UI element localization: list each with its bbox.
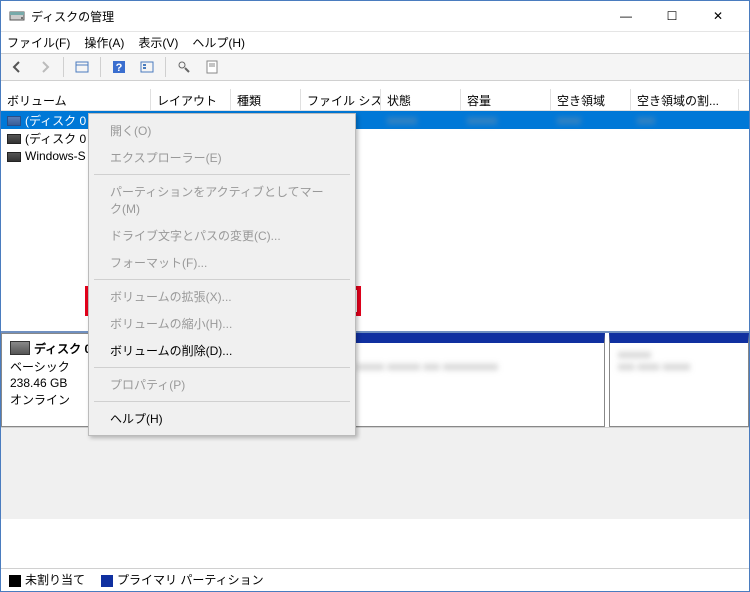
refresh-button[interactable] [135,55,159,79]
volume-name: Windows-S [25,149,86,163]
col-capacity[interactable]: 容量 [461,89,551,110]
menu-extend[interactable]: ボリュームの拡張(X)... [92,283,352,310]
minimize-button[interactable]: — [603,1,649,31]
menu-separator [94,401,350,402]
app-icon [9,7,25,26]
menu-properties[interactable]: プロパティ(P) [92,371,352,398]
col-volume[interactable]: ボリューム [1,89,151,110]
menu-shrink[interactable]: ボリュームの縮小(H)... [92,310,352,337]
toolbar-separator [100,57,101,77]
menu-change-letter[interactable]: ドライブ文字とパスの変更(C)... [92,222,352,249]
titlebar: ディスクの管理 — ☐ ✕ [1,1,749,31]
menu-open[interactable]: 開く(O) [92,117,352,144]
col-free-pct[interactable]: 空き領域の割... [631,89,739,110]
forward-button[interactable] [33,55,57,79]
menu-file[interactable]: ファイル(F) [7,34,70,51]
toolbar: ? [1,53,749,81]
menu-help-item[interactable]: ヘルプ(H) [92,405,352,432]
disk-icon [10,341,30,355]
menu-view[interactable]: 表示(V) [138,34,178,51]
unallocated-swatch [9,575,21,587]
context-menu: 開く(O) エクスプローラー(E) パーティションをアクティブとしてマーク(M)… [88,113,356,436]
back-button[interactable] [5,55,29,79]
window-title: ディスクの管理 [31,8,114,25]
close-button[interactable]: ✕ [695,1,741,31]
menu-help[interactable]: ヘルプ(H) [192,34,245,51]
legend: 未割り当て プライマリ パーティション [1,568,749,590]
menu-separator [94,174,350,175]
toolbar-separator [63,57,64,77]
bottom-area [1,427,749,519]
toolbar-separator [165,57,166,77]
volume-icon [7,116,21,126]
maximize-button[interactable]: ☐ [649,1,695,31]
settings-button[interactable] [172,55,196,79]
menubar: ファイル(F) 操作(A) 表示(V) ヘルプ(H) [1,31,749,53]
col-type[interactable]: 種類 [231,89,301,110]
volume-list-header: ボリューム レイアウト 種類 ファイル システム 状態 容量 空き領域 空き領域… [1,89,749,111]
volume-icon [7,134,21,144]
disk-label: ディスク 0 [34,340,91,357]
menu-mark-active[interactable]: パーティションをアクティブとしてマーク(M) [92,178,352,222]
help-toolbar-button[interactable]: ? [107,55,131,79]
menu-delete-volume[interactable]: ボリュームの削除(D)... [92,337,352,364]
partition[interactable]: xxxxxxxxx xxxx xxxxx [609,333,749,427]
legend-primary: プライマリ パーティション [117,573,264,587]
properties-button[interactable] [200,55,224,79]
col-filesystem[interactable]: ファイル システム [301,89,381,110]
menu-explorer[interactable]: エクスプローラー(E) [92,144,352,171]
volume-icon [7,152,21,162]
col-layout[interactable]: レイアウト [151,89,231,110]
legend-unallocated: 未割り当て [25,573,85,587]
view-button[interactable] [70,55,94,79]
col-status[interactable]: 状態 [381,89,461,110]
svg-text:?: ? [116,62,123,74]
menu-separator [94,367,350,368]
menu-format[interactable]: フォーマット(F)... [92,249,352,276]
menu-action[interactable]: 操作(A) [84,34,124,51]
menu-separator [94,279,350,280]
col-free[interactable]: 空き領域 [551,89,631,110]
primary-swatch [101,575,113,587]
